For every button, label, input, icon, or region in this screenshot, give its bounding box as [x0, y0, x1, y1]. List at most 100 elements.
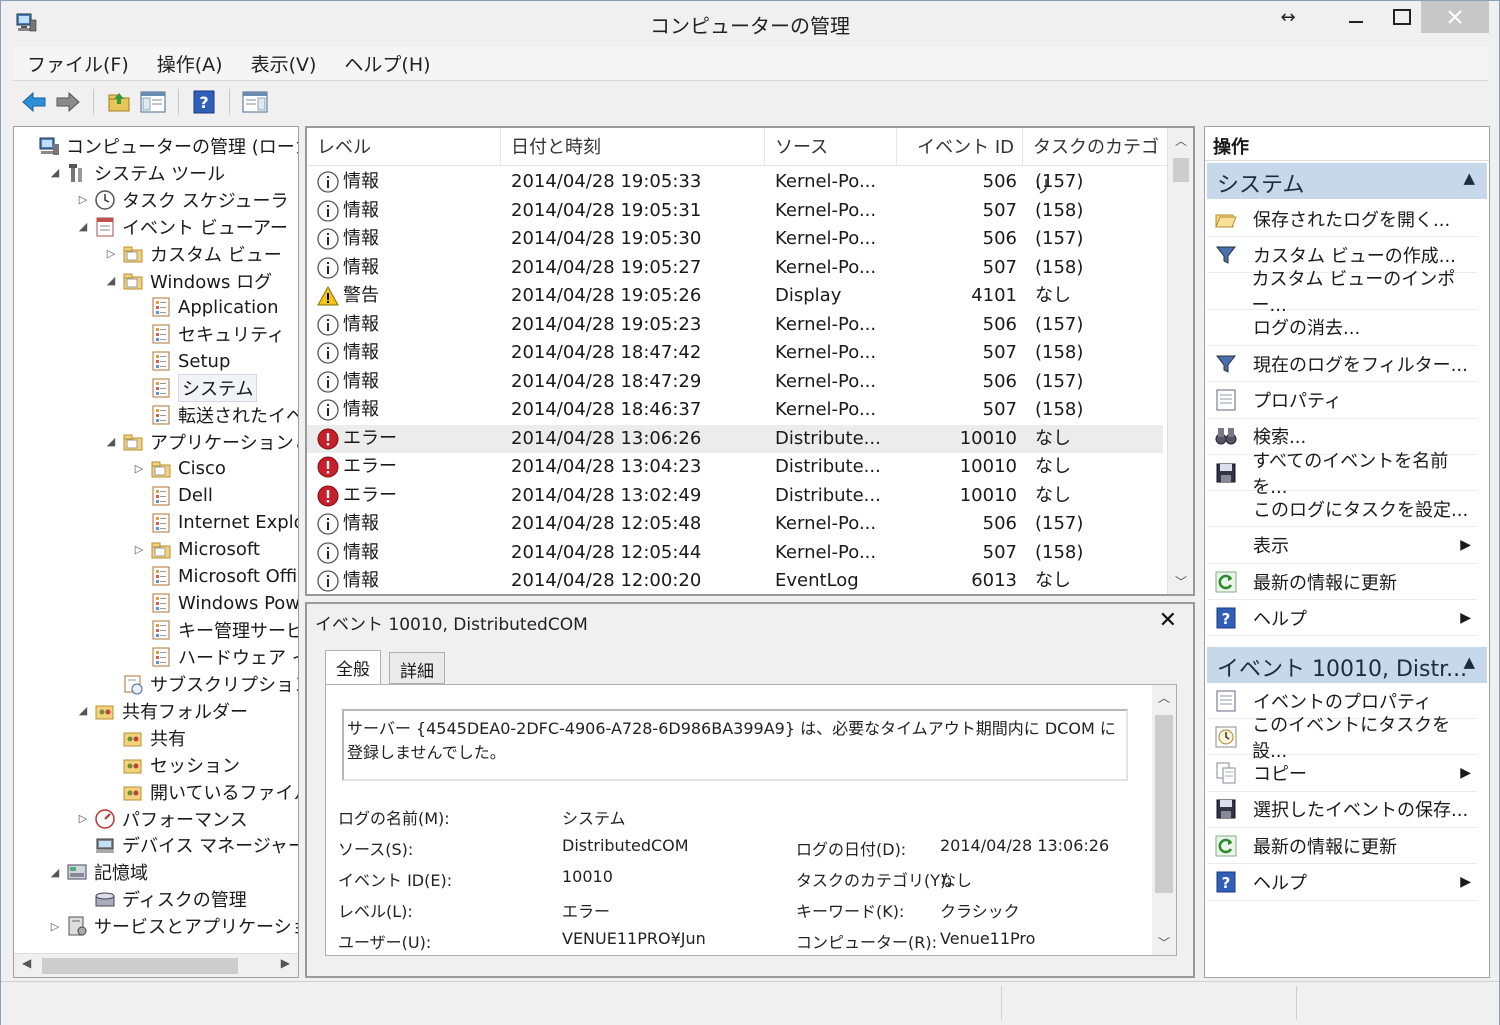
event-message[interactable]: サーバー {4545DEA0-2DFC-4906-A728-6D986BA399…: [342, 709, 1128, 781]
tree-node[interactable]: ◢ イベント ビューアー: [76, 214, 288, 240]
expand-arrow-icon[interactable]: ▷: [132, 462, 146, 475]
expand-arrow-icon[interactable]: ▷: [104, 247, 118, 260]
tree-node[interactable]: ◢ Windows ログ: [104, 268, 272, 294]
action-item[interactable]: カスタム ビューのインポー...: [1207, 269, 1477, 316]
action-item[interactable]: コピー ▶: [1207, 756, 1477, 792]
expand-arrow-icon[interactable]: ▷: [48, 920, 62, 933]
expand-arrow-icon[interactable]: ▷: [76, 193, 90, 206]
details-vertical-scrollbar[interactable]: ︿ ﹀: [1152, 685, 1176, 955]
column-header-datetime[interactable]: 日付と時刻: [501, 128, 765, 166]
tree-node[interactable]: ◢ 共有フォルダー: [76, 698, 248, 724]
tree-node[interactable]: Microsoft Office: [132, 563, 298, 589]
action-item[interactable]: 現在のログをフィルター...: [1207, 346, 1477, 383]
tree-node[interactable]: コンピューターの管理 (ローカル): [20, 133, 298, 159]
tree-node[interactable]: システム: [132, 374, 258, 403]
action-item[interactable]: ? ヘルプ ▶: [1207, 600, 1477, 637]
tree-node[interactable]: ▷ サービスとアプリケーション: [48, 913, 298, 939]
event-row[interactable]: 情報 2014/04/28 18:46:37 Kernel-Po... 507 (158…: [307, 396, 1163, 424]
tree-node[interactable]: Dell: [132, 483, 213, 509]
action-item[interactable]: 最新の情報に更新: [1207, 564, 1477, 600]
tree-node[interactable]: ディスクの管理: [76, 886, 247, 912]
tree-node[interactable]: ◢ 記憶域: [48, 859, 148, 885]
action-item[interactable]: プロパティ: [1207, 383, 1477, 419]
tree-node[interactable]: 転送されたイベント: [132, 402, 298, 428]
menu-action[interactable]: 操作(A): [143, 50, 237, 77]
scrollbar-thumb[interactable]: [42, 958, 238, 974]
menu-file[interactable]: ファイル(F): [13, 50, 143, 77]
tree-node[interactable]: Setup: [132, 348, 230, 374]
tree-node[interactable]: Windows Powe: [132, 590, 298, 616]
action-item[interactable]: このイベントにタスクを設...: [1207, 715, 1477, 762]
forward-button[interactable]: [53, 87, 83, 117]
column-header-task-category[interactable]: タスクのカテゴリ: [1023, 128, 1167, 198]
tree-node[interactable]: セッション: [104, 752, 240, 778]
tree-node[interactable]: ◢ アプリケーションとサービ: [104, 429, 298, 455]
column-header-level[interactable]: レベル: [307, 128, 501, 166]
scroll-up-icon[interactable]: ︿: [1158, 689, 1170, 706]
minimize-button[interactable]: [1339, 1, 1373, 33]
tree-node[interactable]: サブスクリプション: [104, 671, 298, 697]
tree-node[interactable]: デバイス マネージャー: [76, 832, 298, 858]
scroll-right-icon[interactable]: ▶: [281, 956, 290, 970]
close-button[interactable]: [1421, 1, 1489, 33]
menu-help[interactable]: ヘルプ(H): [330, 50, 444, 77]
tree-node[interactable]: ▷ Cisco: [132, 456, 226, 482]
actions-section-system[interactable]: システム ▲: [1207, 163, 1487, 199]
action-item[interactable]: 選択したイベントの保存...: [1207, 792, 1477, 828]
event-row[interactable]: 情報 2014/04/28 19:05:33 Kernel-Po... 506 (157…: [307, 168, 1163, 196]
show-hide-tree-button[interactable]: [138, 87, 168, 117]
collapse-icon[interactable]: ▲: [1463, 653, 1475, 671]
close-details-icon[interactable]: ✕: [1159, 608, 1177, 633]
tree-node[interactable]: ハードウェア イベン: [132, 644, 298, 670]
action-item[interactable]: 表示 ▶: [1207, 528, 1477, 564]
scroll-left-icon[interactable]: ◀: [22, 956, 31, 970]
event-row[interactable]: 情報 2014/04/28 12:00:20 EventLog 6013 なし: [307, 567, 1163, 594]
tree-horizontal-scrollbar[interactable]: ◀ ▶: [14, 953, 298, 977]
collapse-icon[interactable]: ▲: [1463, 169, 1475, 187]
resize-arrows-icon[interactable]: ↔: [1271, 1, 1305, 33]
event-row[interactable]: エラー 2014/04/28 13:06:26 Distribute... 10010…: [307, 424, 1163, 453]
tree-node[interactable]: Application: [132, 294, 279, 320]
scroll-down-icon[interactable]: ﹀: [1158, 934, 1170, 951]
event-row[interactable]: エラー 2014/04/28 13:02:49 Distribute... 10010…: [307, 482, 1163, 510]
collapse-arrow-icon[interactable]: ◢: [76, 704, 90, 717]
event-row[interactable]: 情報 2014/04/28 18:47:29 Kernel-Po... 506 (157…: [307, 368, 1163, 396]
scrollbar-thumb[interactable]: [1173, 158, 1189, 182]
event-list-vertical-scrollbar[interactable]: ︿ ﹀: [1167, 128, 1193, 594]
event-row[interactable]: 情報 2014/04/28 12:05:48 Kernel-Po... 506 (157…: [307, 510, 1163, 538]
event-row[interactable]: 警告 2014/04/28 19:05:26 Display 4101 なし: [307, 282, 1163, 310]
event-row[interactable]: 情報 2014/04/28 19:05:27 Kernel-Po... 507 (158…: [307, 254, 1163, 282]
tree-node[interactable]: ▷ Microsoft: [132, 537, 260, 563]
tree-node[interactable]: キー管理サービス: [132, 617, 298, 643]
maximize-button[interactable]: [1385, 1, 1419, 33]
show-hide-action-pane-button[interactable]: [240, 87, 270, 117]
tab-general[interactable]: 全般: [325, 650, 381, 684]
scroll-up-icon[interactable]: ︿: [1175, 132, 1187, 149]
event-row[interactable]: 情報 2014/04/28 12:05:44 Kernel-Po... 507 (158…: [307, 539, 1163, 567]
action-item[interactable]: ? ヘルプ ▶: [1207, 865, 1477, 901]
tree-node[interactable]: ▷ パフォーマンス: [76, 806, 248, 832]
collapse-arrow-icon[interactable]: ◢: [76, 220, 90, 233]
actions-section-event[interactable]: イベント 10010, Distr... ▲: [1207, 647, 1487, 683]
event-row[interactable]: エラー 2014/04/28 13:04:23 Distribute... 10010…: [307, 453, 1163, 481]
action-item[interactable]: 保存されたログを開く...: [1207, 201, 1477, 237]
event-row[interactable]: 情報 2014/04/28 18:47:42 Kernel-Po... 507 (158…: [307, 339, 1163, 367]
collapse-arrow-icon[interactable]: ◢: [104, 274, 118, 287]
tree-node[interactable]: セキュリティ: [132, 321, 285, 347]
action-item[interactable]: このログにタスクを設定...: [1207, 491, 1477, 528]
help-button[interactable]: ?: [189, 87, 219, 117]
tree-node[interactable]: 共有: [104, 725, 186, 751]
tree-node[interactable]: Internet Explor: [132, 510, 298, 536]
scroll-down-icon[interactable]: ﹀: [1175, 573, 1187, 590]
scrollbar-thumb[interactable]: [1155, 715, 1173, 893]
expand-arrow-icon[interactable]: ▷: [132, 543, 146, 556]
action-item[interactable]: ログの消去...: [1207, 310, 1477, 346]
tab-details[interactable]: 詳細: [389, 652, 445, 684]
event-row[interactable]: 情報 2014/04/28 19:05:30 Kernel-Po... 506 (157…: [307, 225, 1163, 253]
tree-node[interactable]: ◢ システム ツール: [48, 160, 225, 186]
tree-node[interactable]: ▷ カスタム ビュー: [104, 241, 282, 267]
column-header-source[interactable]: ソース: [765, 128, 897, 166]
column-header-event-id[interactable]: イベント ID: [897, 128, 1023, 166]
collapse-arrow-icon[interactable]: ◢: [48, 166, 62, 179]
collapse-arrow-icon[interactable]: ◢: [104, 435, 118, 448]
